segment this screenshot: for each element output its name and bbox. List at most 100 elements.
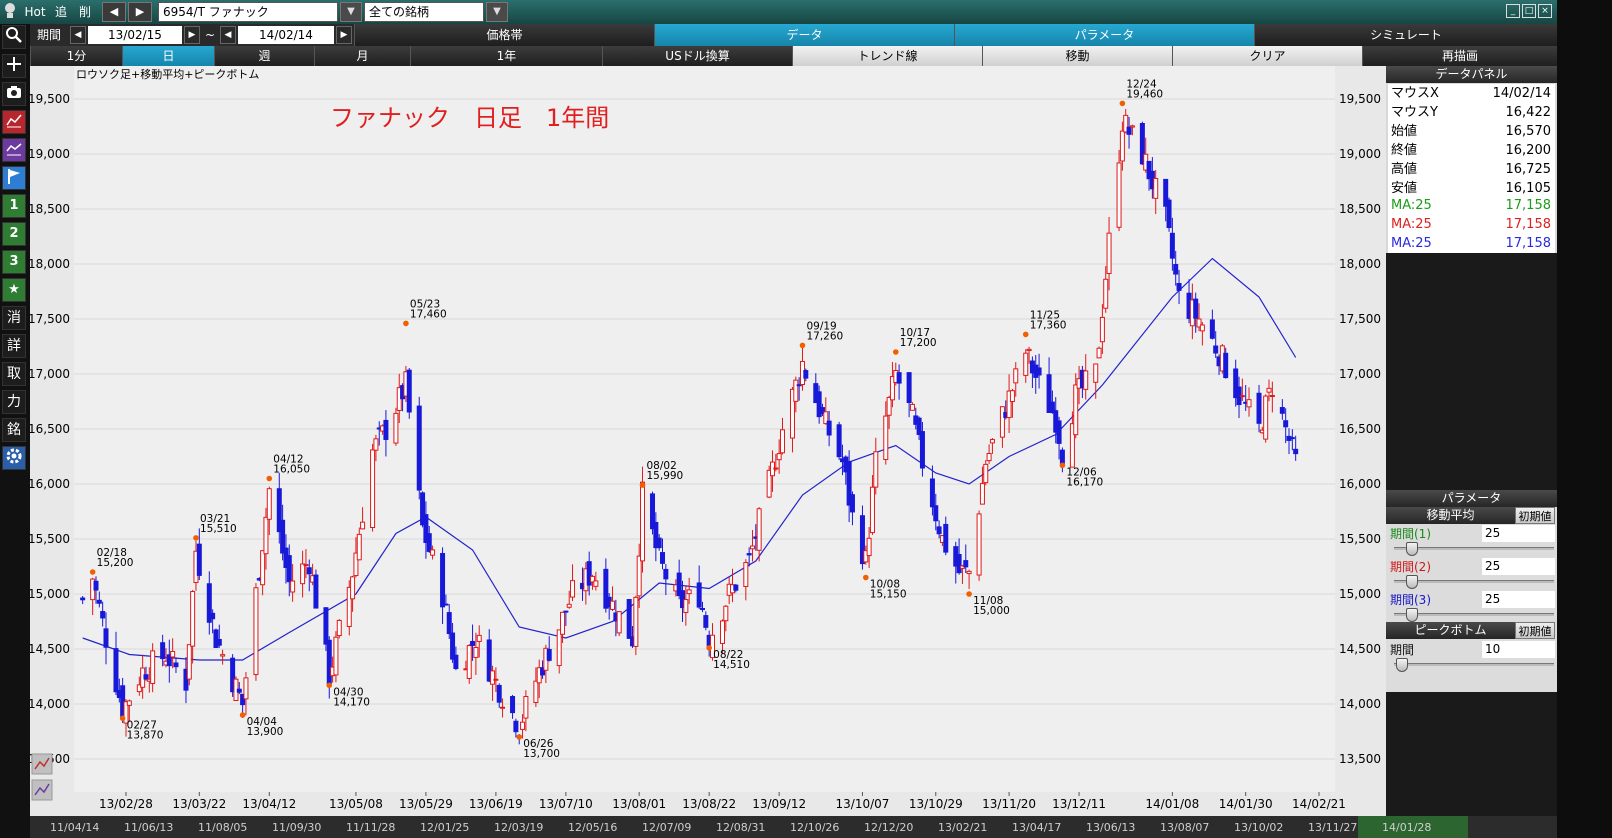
clear-button[interactable]: クリア (1172, 46, 1362, 66)
x-axis-label: 13/03/22 (172, 797, 226, 811)
search-icon[interactable] (2, 25, 26, 49)
pb-period-label: 期間 (1390, 643, 1415, 657)
input-button[interactable]: 力 (2, 390, 26, 414)
candle-body (896, 372, 902, 384)
candle-body (313, 574, 319, 609)
ma-period-2-knob[interactable] (1406, 575, 1418, 589)
candle-body (1093, 363, 1099, 383)
tab-simulate[interactable]: シミュレート (1254, 24, 1557, 46)
ma-period-1-input[interactable]: 25 (1482, 525, 1555, 542)
x-axis-label: 13/09/12 (752, 797, 806, 811)
candle-body (699, 607, 705, 611)
pb-period-slider[interactable] (1394, 658, 1554, 672)
tab-parameter[interactable]: パラメータ (954, 24, 1254, 46)
close-icon[interactable]: × (1538, 4, 1552, 18)
symbol-input[interactable]: 6954/T ファナック (158, 2, 338, 22)
ma-period-2-input[interactable]: 25 (1482, 558, 1555, 575)
market-select[interactable]: 全ての銘柄 (364, 2, 484, 22)
hot-button[interactable]: Hot (22, 2, 48, 22)
candle-body (1099, 316, 1105, 343)
peak-bottom-marker (706, 645, 712, 651)
detail-button[interactable]: 詳 (2, 334, 26, 358)
pb-period-knob[interactable] (1396, 658, 1408, 672)
ma-period-1-slider[interactable] (1394, 542, 1554, 556)
data-row-high: 高値 16,725 (1388, 160, 1555, 179)
navigator-label: 12/08/31 (716, 821, 765, 834)
prev-symbol-button[interactable]: ◀ (102, 2, 126, 22)
navigator-label: 11/08/05 (198, 821, 247, 834)
ma-period-3-knob[interactable] (1406, 608, 1418, 622)
candle-body (743, 562, 749, 587)
range-1year-button[interactable]: 1年 (410, 46, 602, 66)
timeframe-day-button[interactable]: 日 (122, 46, 214, 66)
navigator-label: 14/01/28 (1382, 821, 1431, 834)
line-chart-icon[interactable] (2, 110, 26, 134)
symbol-dropdown-icon[interactable]: ▼ (340, 2, 362, 22)
candle-body (383, 419, 389, 440)
candle-body (430, 549, 436, 556)
redraw-button[interactable]: 再描画 (1362, 46, 1557, 66)
to-date-input[interactable]: 14/02/14 (238, 26, 334, 44)
fetch-button[interactable]: 取 (2, 362, 26, 386)
x-axis-label: 14/01/30 (1219, 797, 1273, 811)
favorite-button[interactable]: ★ (2, 278, 26, 302)
gear-icon[interactable] (2, 446, 26, 470)
erase-button[interactable]: 消 (2, 306, 26, 330)
ma-period-3-slider[interactable] (1394, 608, 1554, 622)
from-date-input[interactable]: 13/02/15 (88, 26, 182, 44)
from-prev-icon[interactable]: ◀ (70, 26, 86, 44)
candle-body (150, 650, 156, 684)
overview-navigator[interactable]: 11/04/14 11/06/13 11/08/05 11/09/30 11/11/28… (30, 816, 1612, 838)
candle-body (1223, 352, 1229, 379)
camera-icon[interactable] (2, 82, 26, 106)
chart-mini-icon-2[interactable] (31, 779, 53, 801)
market-dropdown-icon[interactable]: ▼ (486, 2, 508, 22)
add-button[interactable]: 追 (50, 2, 72, 22)
x-axis-label: 14/01/08 (1145, 797, 1199, 811)
move-button[interactable]: 移動 (982, 46, 1172, 66)
trendline-button[interactable]: トレンド線 (792, 46, 982, 66)
preset-1-button[interactable]: 1 (2, 194, 26, 218)
pb-reset-button[interactable]: 初期値 (1515, 622, 1555, 639)
peak-bottom-value: 13,870 (127, 729, 164, 741)
candle-body (933, 505, 939, 522)
preset-3-button[interactable]: 3 (2, 250, 26, 274)
price-chart[interactable]: 02/1815,20002/2713,87003/2115,51004/0413… (30, 66, 1386, 816)
to-prev-icon[interactable]: ◀ (220, 26, 236, 44)
candle-body (986, 453, 992, 462)
stock-button[interactable]: 銘 (2, 418, 26, 442)
ma-period-3-input[interactable]: 25 (1482, 591, 1555, 608)
plus-icon[interactable] (2, 54, 26, 78)
flag-icon[interactable] (2, 166, 26, 190)
minimize-icon[interactable]: _ (1506, 4, 1520, 18)
from-next-icon[interactable]: ▶ (184, 26, 200, 44)
candle-body (976, 513, 982, 576)
area-chart-icon[interactable] (2, 138, 26, 162)
delete-button[interactable]: 削 (74, 2, 96, 22)
navigator-label: 13/11/27 (1308, 821, 1357, 834)
tab-data[interactable]: データ (654, 24, 954, 46)
candle-body (100, 611, 106, 619)
timeframe-month-button[interactable]: 月 (314, 46, 410, 66)
ma-reset-button[interactable]: 初期値 (1515, 507, 1555, 524)
y-axis-label-right: 15,500 (1339, 532, 1381, 546)
y-axis-label-right: 16,000 (1339, 477, 1381, 491)
bulb-icon[interactable] (0, 2, 20, 22)
timeframe-week-button[interactable]: 週 (214, 46, 314, 66)
candle-body (546, 648, 552, 661)
candle-body (560, 611, 566, 635)
chart-mini-icon-1[interactable] (31, 753, 53, 775)
tab-price-band[interactable]: 価格帯 (354, 24, 654, 46)
candle-body (826, 420, 832, 436)
ma-period-2-slider[interactable] (1394, 575, 1554, 589)
next-symbol-button[interactable]: ▶ (128, 2, 152, 22)
navigator-label: 12/05/16 (568, 821, 617, 834)
pb-period-input[interactable]: 10 (1482, 641, 1555, 658)
preset-2-button[interactable]: 2 (2, 222, 26, 246)
timeframe-1min-button[interactable]: 1分 (30, 46, 122, 66)
maximize-icon[interactable]: □ (1522, 4, 1536, 18)
usd-convert-button[interactable]: USドル換算 (602, 46, 792, 66)
to-next-icon[interactable]: ▶ (336, 26, 352, 44)
y-axis-label-left: 14,000 (30, 697, 70, 711)
ma-period-1-knob[interactable] (1406, 542, 1418, 556)
